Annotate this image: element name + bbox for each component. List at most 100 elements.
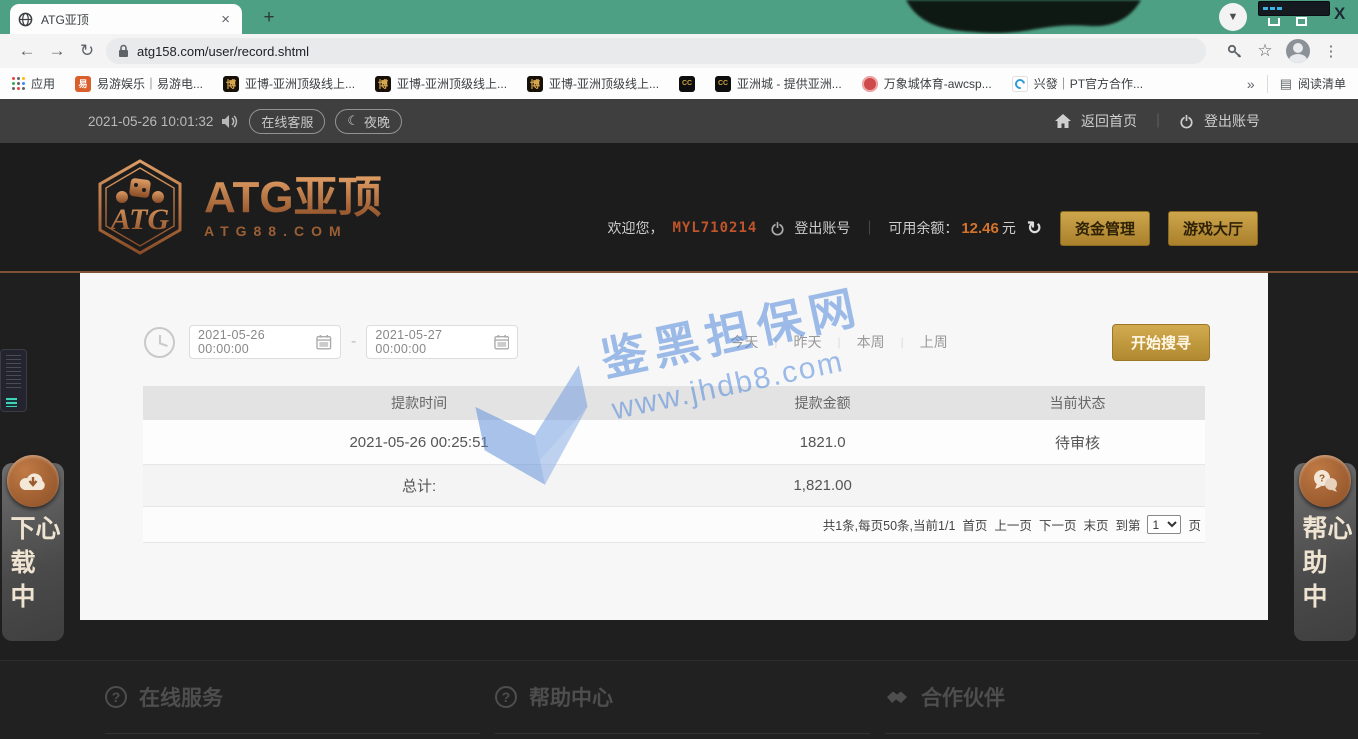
bookmarks-divider bbox=[1267, 75, 1268, 93]
main-content: 2021-05-26 00:00:00 - 2021-05-27 00:00:0… bbox=[0, 273, 1358, 660]
balance-unit: 元 bbox=[1002, 218, 1016, 238]
pagination-last[interactable]: 末页 bbox=[1083, 515, 1108, 534]
header-logout-link[interactable]: 登出账号 bbox=[794, 218, 850, 238]
help-chat-icon[interactable]: ? bbox=[1299, 455, 1351, 507]
address-field[interactable]: atg158.com/user/record.shtml bbox=[106, 38, 1206, 64]
new-tab-button[interactable]: + bbox=[256, 5, 282, 31]
logo-title: ATG亚顶 bbox=[204, 175, 382, 221]
xingfa-favicon bbox=[1012, 76, 1028, 92]
logo-domain: ATG88.COM bbox=[204, 223, 382, 239]
yabo-favicon: 博 bbox=[223, 76, 239, 92]
balance-refresh-icon[interactable]: ↻ bbox=[1027, 218, 1042, 239]
clock-icon bbox=[144, 327, 175, 358]
help-center-label: 帮助中心 bbox=[1300, 515, 1350, 641]
pagination-first[interactable]: 首页 bbox=[962, 515, 987, 534]
window-close-button[interactable]: X bbox=[1334, 4, 1345, 24]
bookmarks-overflow-icon[interactable]: » bbox=[1247, 76, 1255, 92]
titlebar-profile-button[interactable]: ▼ bbox=[1219, 3, 1247, 31]
withdraw-table: 提款时间 提款金额 当前状态 2021-05-26 00:25:51 1821.… bbox=[143, 386, 1205, 507]
forward-icon[interactable]: → bbox=[42, 41, 72, 61]
apps-shortcut[interactable]: 应用 bbox=[12, 75, 55, 92]
date-from-input[interactable]: 2021-05-26 00:00:00 bbox=[189, 325, 341, 359]
night-mode-label: 夜晚 bbox=[364, 112, 390, 131]
cloud-download-icon[interactable] bbox=[7, 455, 59, 507]
footer-title: 帮助中心 bbox=[529, 682, 613, 712]
url-text: atg158.com/user/record.shtml bbox=[137, 44, 309, 59]
calendar-icon bbox=[316, 334, 332, 350]
records-panel: 2021-05-26 00:00:00 - 2021-05-27 00:00:0… bbox=[80, 273, 1268, 620]
cc-favicon: CC bbox=[715, 76, 731, 92]
bookmark-item[interactable]: 博 亚博-亚洲顶级线上... bbox=[375, 75, 507, 92]
online-service-label: 在线客服 bbox=[261, 112, 313, 131]
online-service-button[interactable]: 在线客服 bbox=[249, 109, 325, 134]
cell-withdraw-amount: 1821.0 bbox=[695, 434, 950, 451]
wanxiangcheng-favicon bbox=[862, 76, 878, 92]
divider: | bbox=[837, 335, 840, 349]
handshake-icon bbox=[885, 689, 909, 706]
bookmark-item[interactable]: 博 亚博-亚洲顶级线上... bbox=[223, 75, 355, 92]
browser-titlebar: ATG亚顶 × + ▼ X bbox=[0, 0, 1358, 34]
funds-management-button[interactable]: 资金管理 bbox=[1060, 211, 1150, 246]
date-to-input[interactable]: 2021-05-27 00:00:00 bbox=[366, 325, 518, 359]
quick-link-today[interactable]: 今天 bbox=[730, 332, 758, 352]
download-center-label: 下载中心 bbox=[8, 515, 58, 641]
balance-label: 可用余额： bbox=[888, 218, 958, 238]
divider: | bbox=[774, 335, 777, 349]
bookmark-label: 兴發｜PT官方合作... bbox=[1034, 75, 1143, 92]
site-logo[interactable]: ATG ATG亚顶 ATG88.COM bbox=[92, 157, 382, 257]
svg-text:ATG: ATG bbox=[109, 203, 170, 236]
back-icon[interactable]: ← bbox=[12, 41, 42, 61]
quick-link-yesterday[interactable]: 昨天 bbox=[793, 332, 821, 352]
divider: ｜ bbox=[862, 218, 876, 238]
dark-swoosh-decoration bbox=[878, 0, 1178, 34]
browser-tab[interactable]: ATG亚顶 × bbox=[10, 4, 242, 34]
page-select[interactable]: 1 bbox=[1147, 515, 1181, 534]
pagination-next[interactable]: 下一页 bbox=[1039, 515, 1077, 534]
pagination-prev[interactable]: 上一页 bbox=[994, 515, 1032, 534]
bookmark-item[interactable]: CC bbox=[679, 76, 695, 92]
bookmark-item[interactable]: 万象城体育-awcsp... bbox=[862, 75, 992, 92]
widget-lines bbox=[6, 355, 21, 391]
bookmark-label: 易游娱乐｜易游电... bbox=[97, 75, 203, 92]
question-circle-icon: ? bbox=[495, 686, 517, 708]
goto-suffix: 页 bbox=[1188, 515, 1201, 534]
bookmark-label: 亚洲城 - 提供亚洲... bbox=[737, 75, 842, 92]
reading-list-icon: ▤ bbox=[1280, 76, 1292, 92]
bookmark-item[interactable]: 兴發｜PT官方合作... bbox=[1012, 75, 1143, 92]
start-search-button[interactable]: 开始搜寻 bbox=[1112, 324, 1210, 361]
logout-link[interactable]: 登出账号 bbox=[1204, 111, 1260, 131]
quick-link-last-week[interactable]: 上周 bbox=[920, 332, 948, 352]
col-header-status: 当前状态 bbox=[950, 393, 1205, 413]
table-row: 2021-05-26 00:25:51 1821.0 待审核 bbox=[143, 420, 1205, 465]
quick-link-this-week[interactable]: 本周 bbox=[857, 332, 885, 352]
table-total-row: 总计: 1,821.00 bbox=[143, 465, 1205, 507]
bookmarks-bar: 应用 易 易游娱乐｜易游电... 博 亚博-亚洲顶级线上... 博 亚博-亚洲顶… bbox=[0, 68, 1358, 99]
game-lobby-button[interactable]: 游戏大厅 bbox=[1168, 211, 1258, 246]
bookmark-star-icon[interactable]: ☆ bbox=[1250, 41, 1280, 61]
bookmark-item[interactable]: 博 亚博-亚洲顶级线上... bbox=[527, 75, 659, 92]
tab-close-icon[interactable]: × bbox=[217, 11, 234, 28]
bookmark-item[interactable]: 易 易游娱乐｜易游电... bbox=[75, 75, 203, 92]
window-restore-button[interactable] bbox=[1296, 17, 1307, 26]
bookmark-item[interactable]: CC 亚洲城 - 提供亚洲... bbox=[715, 75, 842, 92]
menu-dots-icon[interactable]: ⋮ bbox=[1316, 42, 1346, 60]
footer-title: 在线服务 bbox=[139, 682, 223, 712]
cell-withdraw-time: 2021-05-26 00:25:51 bbox=[143, 434, 695, 451]
left-edge-widget[interactable] bbox=[0, 349, 27, 412]
window-minimize-button[interactable] bbox=[1268, 18, 1280, 26]
url-bar: ← → ↻ atg158.com/user/record.shtml ☆ ⋮ bbox=[0, 34, 1358, 68]
reading-list-button[interactable]: ▤ 阅读清单 bbox=[1280, 75, 1346, 92]
key-icon[interactable] bbox=[1220, 42, 1250, 60]
divider: | bbox=[901, 335, 904, 349]
table-header-row: 提款时间 提款金额 当前状态 bbox=[143, 386, 1205, 420]
night-mode-button[interactable]: ☾ 夜晚 bbox=[335, 109, 402, 134]
bookmark-label: 万象城体育-awcsp... bbox=[884, 75, 992, 92]
username: MYL710214 bbox=[672, 220, 757, 236]
back-home-link[interactable]: 返回首页 bbox=[1081, 111, 1137, 131]
profile-avatar[interactable] bbox=[1286, 39, 1310, 63]
filter-row: 2021-05-26 00:00:00 - 2021-05-27 00:00:0… bbox=[80, 273, 1268, 359]
bookmark-label: 亚博-亚洲顶级线上... bbox=[397, 75, 507, 92]
svg-text:?: ? bbox=[1319, 474, 1325, 485]
refresh-icon[interactable]: ↻ bbox=[72, 41, 102, 61]
speaker-icon[interactable] bbox=[221, 114, 239, 129]
